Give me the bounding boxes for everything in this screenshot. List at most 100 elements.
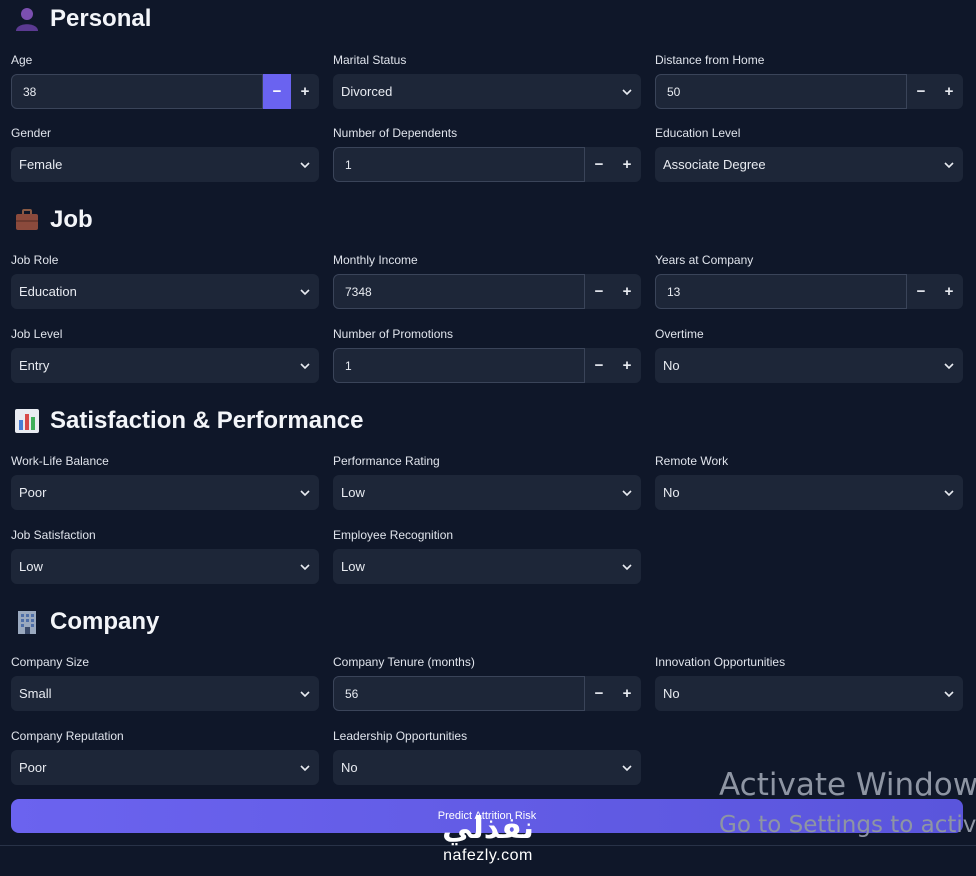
innovation-opportunities-select[interactable]: No xyxy=(655,676,963,711)
age-increment-button[interactable]: + xyxy=(291,74,319,109)
chevron-down-icon xyxy=(300,288,310,295)
leadership-opportunities-value: No xyxy=(341,760,358,775)
monthly-income-stepper: 7348 − + xyxy=(333,274,641,309)
promotions-decrement-button[interactable]: − xyxy=(585,348,613,383)
attrition-form-page: Personal Age 38 − + Marital Status Divor… xyxy=(0,0,976,876)
education-level-select[interactable]: Associate Degree xyxy=(655,147,963,182)
company-size-value: Small xyxy=(19,686,52,701)
overtime-value: No xyxy=(663,358,680,373)
age-input[interactable]: 38 xyxy=(11,74,263,109)
innovation-opportunities-field: Innovation Opportunities No xyxy=(655,654,963,711)
years-at-company-input[interactable]: 13 xyxy=(655,274,907,309)
logo-arabic-text: نفذلي xyxy=(442,811,534,846)
section-title-text: Personal xyxy=(50,5,152,32)
overtime-field: Overtime No xyxy=(655,326,963,383)
company-tenure-field: Company Tenure (months) 56 − + xyxy=(333,654,641,711)
years-increment-button[interactable]: + xyxy=(935,274,963,309)
number-of-dependents-stepper: 1 − + xyxy=(333,147,641,182)
performance-rating-select[interactable]: Low xyxy=(333,475,641,510)
chevron-down-icon xyxy=(622,489,632,496)
promotions-increment-button[interactable]: + xyxy=(613,348,641,383)
age-stepper: 38 − + xyxy=(11,74,319,109)
job-level-value: Entry xyxy=(19,358,50,373)
dependents-decrement-button[interactable]: − xyxy=(585,147,613,182)
job-role-select[interactable]: Education xyxy=(11,274,319,309)
tenure-decrement-button[interactable]: − xyxy=(585,676,613,711)
company-size-label: Company Size xyxy=(11,655,90,669)
company-tenure-input[interactable]: 56 xyxy=(333,676,585,711)
chevron-down-icon xyxy=(300,764,310,771)
age-field: Age 38 − + xyxy=(11,52,319,109)
job-satisfaction-field: Job Satisfaction Low xyxy=(11,527,319,584)
number-of-dependents-input[interactable]: 1 xyxy=(333,147,585,182)
activate-windows-watermark: Activate Windows Go to Settings to activ… xyxy=(719,766,976,840)
chevron-down-icon xyxy=(622,88,632,95)
distance-from-home-label: Distance from Home xyxy=(655,53,765,67)
nafezly-logo: نفذلي nafezly.com xyxy=(428,812,548,874)
number-of-dependents-label: Number of Dependents xyxy=(333,126,458,140)
years-at-company-stepper: 13 − + xyxy=(655,274,963,309)
monthly-income-field: Monthly Income 7348 − + xyxy=(333,252,641,309)
chevron-down-icon xyxy=(944,690,954,697)
chevron-down-icon xyxy=(300,161,310,168)
briefcase-icon xyxy=(16,209,38,230)
gender-label: Gender xyxy=(11,126,52,140)
employee-recognition-select[interactable]: Low xyxy=(333,549,641,584)
dependents-increment-button[interactable]: + xyxy=(613,147,641,182)
age-label: Age xyxy=(11,53,33,67)
income-decrement-button[interactable]: − xyxy=(585,274,613,309)
distance-decrement-button[interactable]: − xyxy=(907,74,935,109)
education-level-field: Education Level Associate Degree xyxy=(655,125,963,182)
chevron-down-icon xyxy=(944,489,954,496)
company-reputation-select[interactable]: Poor xyxy=(11,750,319,785)
marital-status-select[interactable]: Divorced xyxy=(333,74,641,109)
work-life-balance-field: Work-Life Balance Poor xyxy=(11,453,319,510)
company-reputation-field: Company Reputation Poor xyxy=(11,728,319,785)
number-of-promotions-input[interactable]: 1 xyxy=(333,348,585,383)
job-satisfaction-select[interactable]: Low xyxy=(11,549,319,584)
employee-recognition-label: Employee Recognition xyxy=(333,528,454,542)
section-title-text: Company xyxy=(50,608,160,635)
job-level-label: Job Level xyxy=(11,327,63,341)
chevron-down-icon xyxy=(944,161,954,168)
chevron-down-icon xyxy=(300,489,310,496)
monthly-income-input[interactable]: 7348 xyxy=(333,274,585,309)
marital-status-label: Marital Status xyxy=(333,53,407,67)
overtime-select[interactable]: No xyxy=(655,348,963,383)
company-size-select[interactable]: Small xyxy=(11,676,319,711)
tenure-increment-button[interactable]: + xyxy=(613,676,641,711)
work-life-balance-value: Poor xyxy=(19,485,47,500)
innovation-opportunities-label: Innovation Opportunities xyxy=(655,655,786,669)
watermark-line2: Go to Settings to activate Windows. xyxy=(719,812,976,838)
chevron-down-icon xyxy=(300,362,310,369)
marital-status-value: Divorced xyxy=(341,84,393,99)
performance-rating-field: Performance Rating Low xyxy=(333,453,641,510)
distance-from-home-input[interactable]: 50 xyxy=(655,74,907,109)
job-satisfaction-label: Job Satisfaction xyxy=(11,528,96,542)
leadership-opportunities-select[interactable]: No xyxy=(333,750,641,785)
work-life-balance-select[interactable]: Poor xyxy=(11,475,319,510)
years-decrement-button[interactable]: − xyxy=(907,274,935,309)
job-level-select[interactable]: Entry xyxy=(11,348,319,383)
section-title-satisfaction: Satisfaction & Performance xyxy=(14,407,363,435)
overtime-label: Overtime xyxy=(655,327,704,341)
performance-rating-value: Low xyxy=(341,485,365,500)
gender-field: Gender Female xyxy=(11,125,319,182)
monthly-income-label: Monthly Income xyxy=(333,253,418,267)
income-increment-button[interactable]: + xyxy=(613,274,641,309)
gender-value: Female xyxy=(19,157,63,172)
job-role-value: Education xyxy=(19,284,77,299)
work-life-balance-label: Work-Life Balance xyxy=(11,454,109,468)
number-of-dependents-field: Number of Dependents 1 − + xyxy=(333,125,641,182)
distance-increment-button[interactable]: + xyxy=(935,74,963,109)
section-title-company: Company xyxy=(14,608,159,636)
age-decrement-button[interactable]: − xyxy=(263,74,291,109)
education-level-label: Education Level xyxy=(655,126,741,140)
remote-work-field: Remote Work No xyxy=(655,453,963,510)
job-role-label: Job Role xyxy=(11,253,59,267)
innovation-opportunities-value: No xyxy=(663,686,680,701)
chevron-down-icon xyxy=(300,690,310,697)
remote-work-select[interactable]: No xyxy=(655,475,963,510)
gender-select[interactable]: Female xyxy=(11,147,319,182)
job-role-field: Job Role Education xyxy=(11,252,319,309)
